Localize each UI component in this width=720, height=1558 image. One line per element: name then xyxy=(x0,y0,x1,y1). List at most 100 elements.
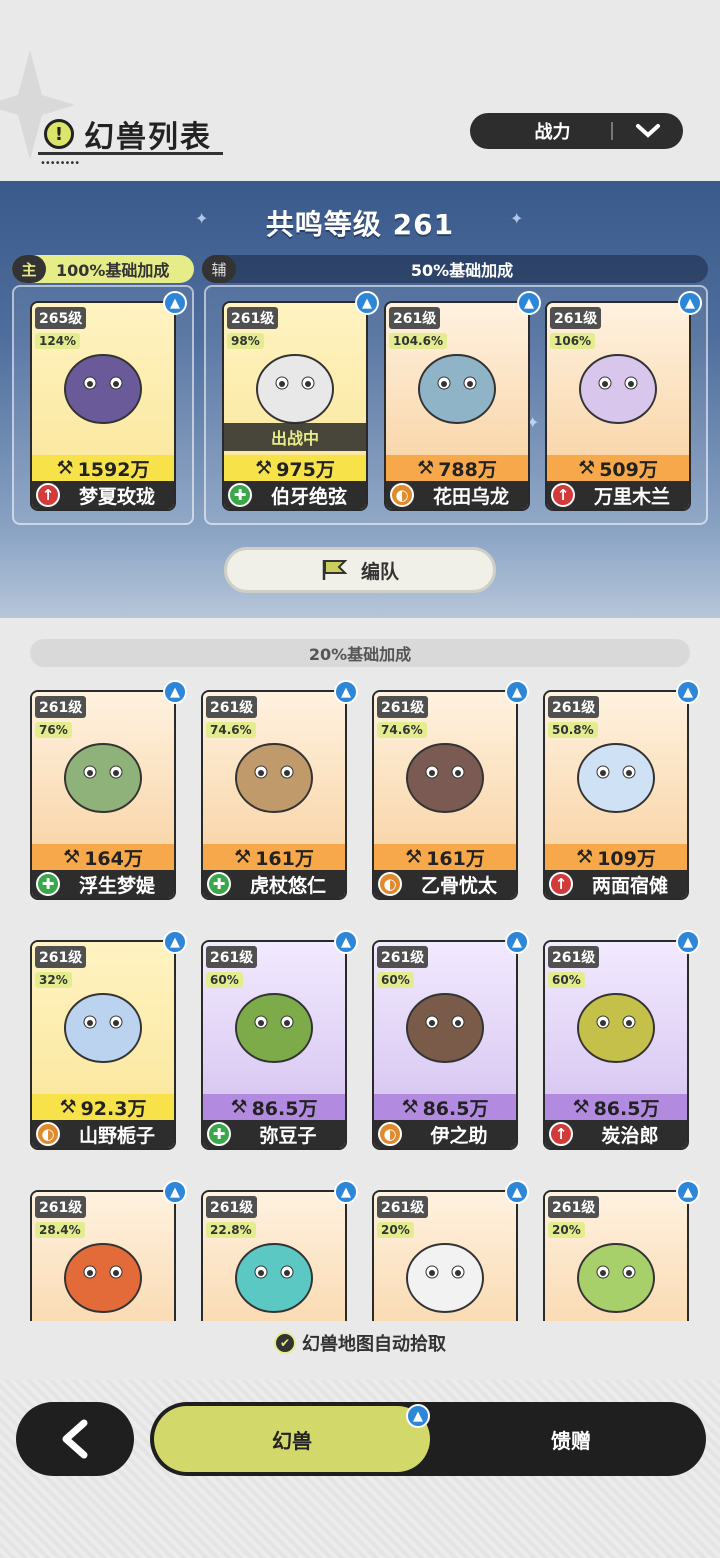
page-title-text: 幻兽列表 xyxy=(84,120,212,155)
pet-card[interactable]: 261级 60% ⚒ 86.5万 ↑ 炭治郎 xyxy=(543,940,689,1150)
upgrade-arrow-icon[interactable]: ▲ xyxy=(163,930,187,954)
pet-card[interactable]: 261级 74.6% ⚒ 161万 ✚ 虎杖悠仁 xyxy=(201,690,347,900)
level-badge: 261级 xyxy=(548,946,600,968)
upgrade-arrow-icon[interactable]: ▲ xyxy=(505,680,529,704)
pet-name: 花田乌龙 xyxy=(432,485,509,508)
power-bar: ⚒ 788万 xyxy=(386,455,528,481)
pet-card[interactable]: 261级 50.8% ⚒ 109万 ↑ 两面宿傩 xyxy=(543,690,689,900)
bonus-percent: 32% xyxy=(35,972,72,988)
pet-name-bar: ✚ 浮生梦媞 xyxy=(32,870,174,898)
pet-card[interactable]: 261级 20% xyxy=(543,1190,689,1321)
power-bar: ⚒ 109万 xyxy=(545,844,687,870)
level-badge: 265级 xyxy=(35,307,87,329)
pet-card[interactable]: 261级 76% ⚒ 164万 ✚ 浮生梦媞 xyxy=(30,690,176,900)
power-icon: ⚒ xyxy=(63,846,81,868)
pet-name: 乙骨忧太 xyxy=(420,874,497,897)
upgrade-arrow-icon[interactable]: ▲ xyxy=(163,291,187,315)
main-bonus-text: 100%基础加成 xyxy=(56,261,170,280)
power-value: 86.5万 xyxy=(593,1097,660,1120)
tab-pets[interactable]: 幻兽 xyxy=(154,1406,430,1472)
pet-card[interactable]: 261级 60% ⚒ 86.5万 ✚ 弥豆子 xyxy=(201,940,347,1150)
level-badge: 261级 xyxy=(389,307,441,329)
heal-role-icon: ✚ xyxy=(207,1122,231,1146)
formation-button[interactable]: 编队 xyxy=(224,547,496,593)
sort-dropdown[interactable]: 战力 xyxy=(470,113,683,149)
upgrade-arrow-icon[interactable]: ▲ xyxy=(163,1180,187,1204)
level-badge: 261级 xyxy=(35,696,87,718)
heal-role-icon: ✚ xyxy=(36,872,60,896)
upgrade-arrow-icon[interactable]: ▲ xyxy=(517,291,541,315)
pet-card[interactable]: 261级 28.4% xyxy=(30,1190,176,1321)
title-underline xyxy=(38,152,223,155)
power-value: 509万 xyxy=(599,458,658,481)
level-badge: 261级 xyxy=(377,946,429,968)
sort-selected-label: 战力 xyxy=(534,122,571,143)
bonus-percent: 124% xyxy=(35,333,81,349)
level-badge: 261级 xyxy=(35,1196,87,1218)
pet-name: 浮生梦媞 xyxy=(78,874,155,897)
checkmark-icon: ✔ xyxy=(274,1332,296,1354)
tab-gift[interactable]: 馈赠 xyxy=(440,1406,702,1472)
upgrade-arrow-icon[interactable]: ▲ xyxy=(676,1180,700,1204)
pet-name-bar: ◐ 花田乌龙 xyxy=(386,481,528,509)
formation-label: 编队 xyxy=(360,560,399,583)
power-value: 1592万 xyxy=(77,458,150,481)
pet-name-bar: ◐ 伊之助 xyxy=(374,1120,516,1148)
level-badge: 261级 xyxy=(377,696,429,718)
team-card[interactable]: 265级 124% ⚒ 1592万 ↑ 梦夏玫珑 xyxy=(30,301,176,511)
team-card[interactable]: 261级 98% 出战中 ⚒ 975万 ✚ 伯牙绝弦 xyxy=(222,301,368,511)
level-badge: 261级 xyxy=(548,696,600,718)
assist-chip: 辅 xyxy=(202,255,236,283)
pet-list[interactable]: 261级 76% ⚒ 164万 ✚ 浮生梦媞 ▲ 261级 74.6% ⚒ 161万 ✚ 虎杖悠仁 ▲ 26… xyxy=(0,676,720,1321)
upgrade-arrow-icon[interactable]: ▲ xyxy=(505,930,529,954)
upgrade-arrow-icon[interactable]: ▲ xyxy=(355,291,379,315)
deployed-label: 出战中 xyxy=(224,423,366,451)
power-bar: ⚒ 1592万 xyxy=(32,455,174,481)
power-icon: ⚒ xyxy=(417,457,435,479)
upgrade-arrow-icon[interactable]: ▲ xyxy=(505,1180,529,1204)
team-card[interactable]: 261级 104.6% ⚒ 788万 ◐ 花田乌龙 xyxy=(384,301,530,511)
power-bar: ⚒ 86.5万 xyxy=(374,1094,516,1120)
bonus-percent: 20% xyxy=(548,1222,585,1238)
pet-name-bar: ✚ 伯牙绝弦 xyxy=(224,481,366,509)
pet-name-bar: ↑ 炭治郎 xyxy=(545,1120,687,1148)
bonus-percent: 106% xyxy=(550,333,596,349)
team-card[interactable]: 261级 106% ⚒ 509万 ↑ 万里木兰 xyxy=(545,301,691,511)
upgrade-arrow-icon[interactable]: ▲ xyxy=(676,930,700,954)
pet-card[interactable]: 261级 20% xyxy=(372,1190,518,1321)
main-chip: 主 xyxy=(12,255,46,283)
power-value: 92.3万 xyxy=(80,1097,147,1120)
assist-bonus-text: 50%基础加成 xyxy=(410,261,514,280)
upgrade-arrow-icon[interactable]: ▲ xyxy=(334,680,358,704)
pet-name-bar: ↑ 万里木兰 xyxy=(547,481,689,509)
level-badge: 261级 xyxy=(206,946,258,968)
upgrade-arrow-icon[interactable]: ▲ xyxy=(163,680,187,704)
power-bar: ⚒ 509万 xyxy=(547,455,689,481)
pet-card[interactable]: 261级 32% ⚒ 92.3万 ◐ 山野栀子 xyxy=(30,940,176,1150)
team-panel: ✦ ✦ ✦ 共鸣等级 261 主 100%基础加成 辅 50%基础加成 265级… xyxy=(0,181,720,618)
pet-name-bar: ↑ 两面宿傩 xyxy=(545,870,687,898)
pet-name: 山野栀子 xyxy=(78,1124,155,1147)
pet-card[interactable]: 261级 22.8% xyxy=(201,1190,347,1321)
heal-role-icon: ✚ xyxy=(207,872,231,896)
auto-pickup-toggle[interactable]: ✔ 幻兽地图自动拾取 xyxy=(0,1330,720,1356)
chevron-down-icon xyxy=(613,123,683,139)
pet-name: 伯牙绝弦 xyxy=(270,485,347,508)
power-icon: ⚒ xyxy=(59,1096,77,1118)
shield-role-icon: ◐ xyxy=(378,1122,402,1146)
upgrade-arrow-icon[interactable]: ▲ xyxy=(334,1180,358,1204)
upgrade-arrow-icon[interactable]: ▲ xyxy=(334,930,358,954)
resonance-level: 共鸣等级 261 xyxy=(265,208,455,241)
bonus-percent: 20% xyxy=(377,1222,414,1238)
pet-card[interactable]: 261级 74.6% ⚒ 161万 ◐ 乙骨忧太 xyxy=(372,690,518,900)
upgrade-arrow-icon[interactable]: ▲ xyxy=(676,680,700,704)
power-value: 86.5万 xyxy=(251,1097,318,1120)
power-icon: ⚒ xyxy=(234,846,252,868)
upgrade-arrow-icon[interactable]: ▲ xyxy=(678,291,702,315)
pet-card[interactable]: 261级 60% ⚒ 86.5万 ◐ 伊之助 xyxy=(372,940,518,1150)
back-button[interactable] xyxy=(16,1402,134,1476)
pet-name: 弥豆子 xyxy=(259,1124,317,1147)
power-bar: ⚒ 164万 xyxy=(32,844,174,870)
power-value: 975万 xyxy=(276,458,335,481)
pet-name-bar: ✚ 弥豆子 xyxy=(203,1120,345,1148)
